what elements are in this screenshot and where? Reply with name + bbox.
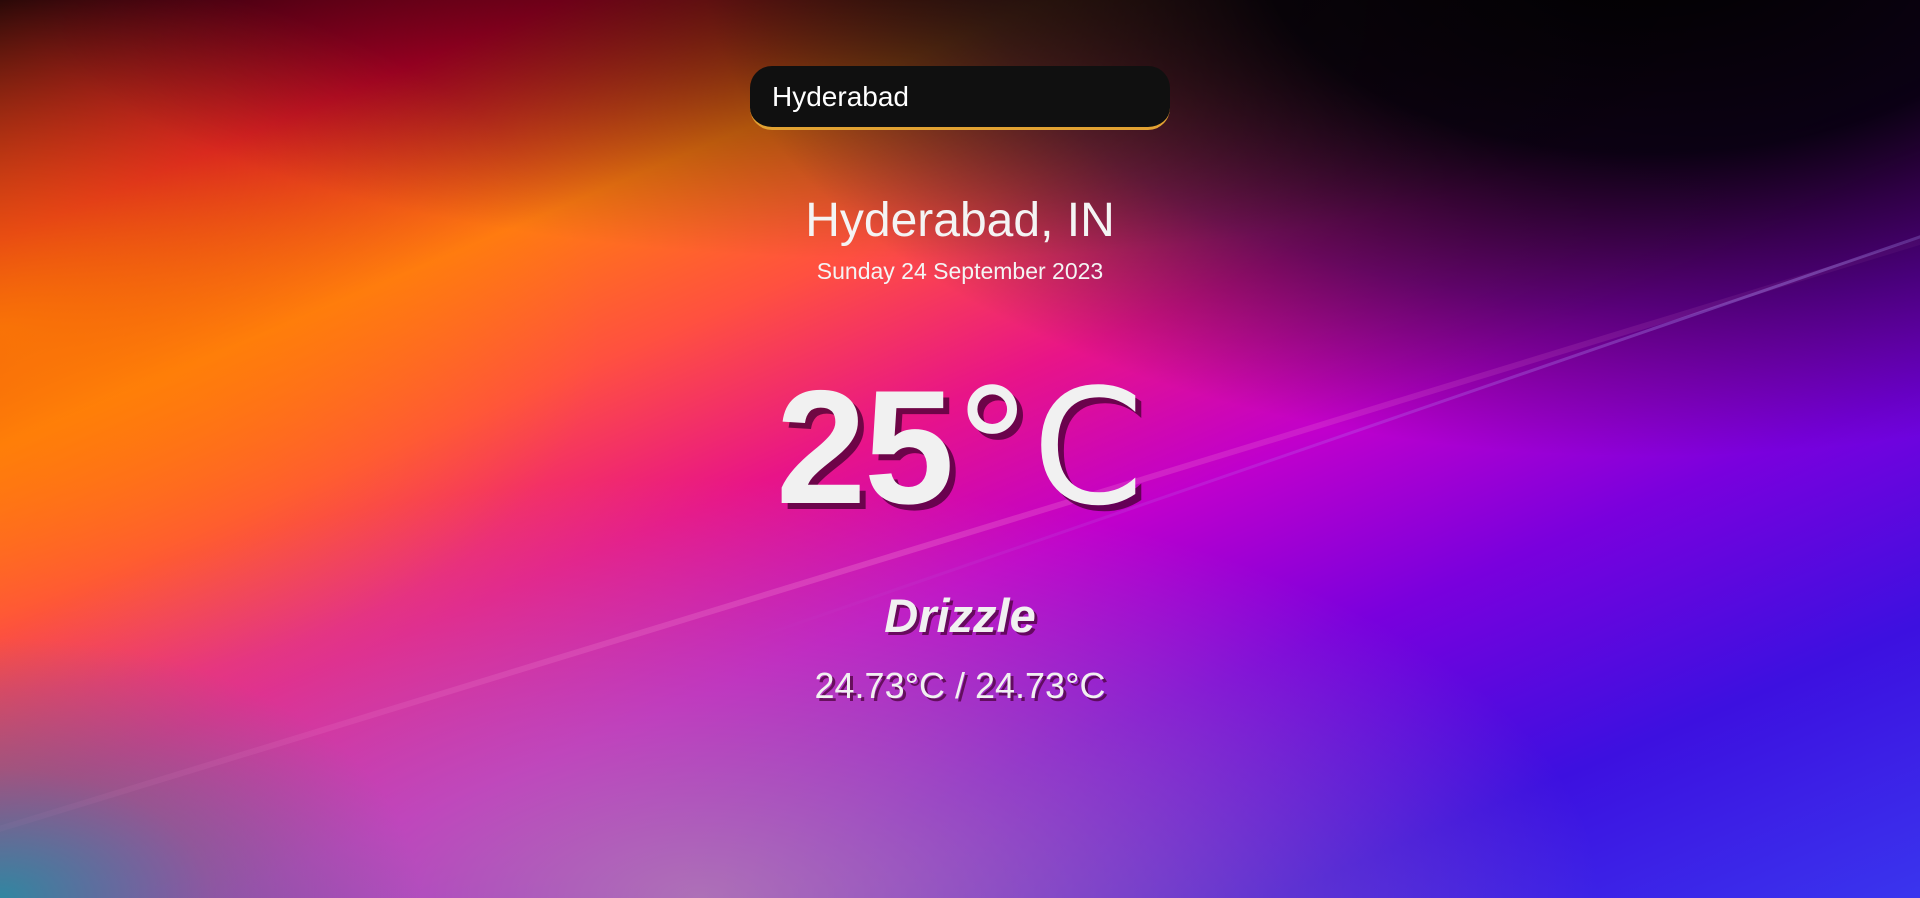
temperature-range: 24.73°C / 24.73°C (814, 665, 1106, 706)
temperature-unit: °C (952, 354, 1144, 541)
search-box[interactable] (750, 66, 1170, 130)
location-title: Hyderabad, IN (805, 194, 1115, 247)
temperature-value: 25 (776, 357, 954, 538)
date-label: Sunday 24 September 2023 (816, 258, 1104, 284)
temperature-display: 25°C (0, 367, 1920, 579)
weather-condition: Drizzle (884, 589, 1036, 642)
search-input[interactable] (772, 80, 1148, 113)
